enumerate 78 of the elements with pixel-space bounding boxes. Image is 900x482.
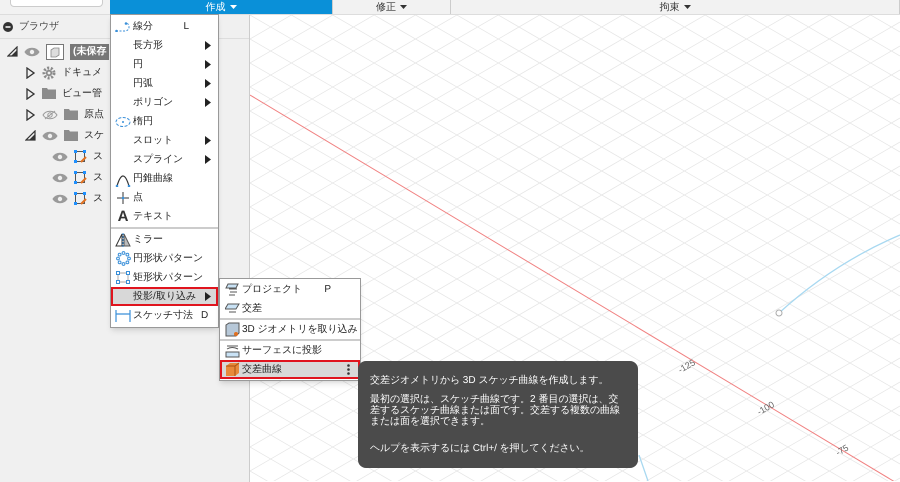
submenu-arrow-icon bbox=[205, 60, 211, 69]
caret-icon bbox=[684, 4, 690, 10]
tree-item-label[interactable]: スケ bbox=[84, 128, 104, 143]
tree-item-label[interactable]: ス bbox=[93, 170, 103, 185]
collapse-icon[interactable] bbox=[3, 22, 13, 32]
tree-item-label[interactable]: ス bbox=[93, 191, 103, 206]
rectangular-pattern-icon bbox=[116, 270, 130, 284]
submenu-arrow-icon bbox=[205, 41, 211, 50]
project-icon bbox=[224, 282, 240, 297]
solid-box-icon bbox=[224, 362, 240, 377]
menu-item[interactable]: 3D ジオメトリを取り込み bbox=[220, 320, 360, 339]
expanded-triangle-icon[interactable] bbox=[6, 46, 18, 57]
menu-item[interactable]: 交差 bbox=[220, 299, 360, 318]
panel-title: ブラウザ bbox=[19, 20, 59, 34]
menu-item[interactable]: 点 bbox=[111, 188, 218, 207]
submenu-arrow-icon bbox=[205, 136, 211, 145]
tooltip-text: 交差ジオメトリから 3D スケッチ曲線を作成します。 bbox=[370, 375, 610, 386]
toolbar-tab[interactable]: 拘束 bbox=[451, 0, 900, 14]
sketch-icon bbox=[74, 150, 87, 164]
tree-item-label[interactable]: (未保存 bbox=[70, 44, 110, 60]
menu-item[interactable]: 円錐曲線 bbox=[111, 169, 218, 188]
folder-icon bbox=[64, 109, 78, 120]
menu-item[interactable]: A テキスト bbox=[111, 207, 218, 226]
menu-item[interactable]: ミラー bbox=[111, 230, 218, 249]
curve-line-drawing bbox=[638, 455, 650, 481]
menu-item[interactable]: 長方形 bbox=[111, 36, 218, 55]
expanded-triangle-icon[interactable] bbox=[24, 130, 36, 141]
folder-icon bbox=[42, 88, 56, 99]
menu-item[interactable]: 円形状パターン bbox=[111, 249, 218, 268]
menu-item[interactable]: 矩形状パターン bbox=[111, 268, 218, 287]
intersect-icon bbox=[224, 302, 240, 315]
component-box-icon bbox=[46, 44, 64, 60]
tree-item-label[interactable]: ドキュメ bbox=[62, 65, 102, 80]
menu-item[interactable]: 円 bbox=[111, 55, 218, 74]
surface-projection-icon bbox=[224, 344, 240, 358]
caret-icon bbox=[230, 4, 236, 10]
menu-item[interactable]: ポリゴン bbox=[111, 93, 218, 112]
menu-item[interactable]: スプライン bbox=[111, 150, 218, 169]
tree-item-label[interactable]: ス bbox=[93, 149, 103, 164]
toolbar-tab[interactable]: 作成 bbox=[110, 0, 333, 14]
submenu-arrow-icon bbox=[205, 155, 211, 164]
axis-label: -125 bbox=[676, 356, 698, 377]
gear-icon bbox=[42, 66, 56, 80]
menu-item[interactable]: スケッチ寸法 D bbox=[111, 306, 218, 325]
menu-item[interactable]: プロジェクト P bbox=[220, 280, 360, 299]
sketch-icon bbox=[74, 192, 87, 206]
tree-item-label[interactable]: 原点 bbox=[84, 107, 104, 122]
menu-item[interactable]: 楕円 bbox=[111, 112, 218, 131]
toolbar-tab[interactable]: 修正 bbox=[333, 0, 451, 14]
more-options-icon[interactable] bbox=[347, 364, 350, 375]
text-tool-icon: A bbox=[118, 209, 128, 224]
menu-item[interactable]: 線分 L bbox=[111, 17, 218, 36]
menu-item[interactable]: 投影/取り込み bbox=[111, 287, 218, 306]
menu-item[interactable]: 交差曲線 bbox=[220, 360, 360, 379]
submenu-arrow-icon bbox=[205, 292, 211, 301]
point-icon bbox=[116, 190, 130, 204]
circular-pattern-icon bbox=[116, 251, 130, 266]
dimension-icon bbox=[115, 310, 131, 322]
submenu-arrow-icon bbox=[205, 79, 211, 88]
folder-icon bbox=[64, 130, 78, 141]
mirror-icon bbox=[115, 232, 131, 246]
tree-item-label[interactable]: ビュー管 bbox=[62, 86, 102, 101]
ellipse-icon bbox=[115, 116, 131, 128]
collapsed-triangle-icon[interactable] bbox=[26, 108, 34, 120]
submenu-arrow-icon bbox=[205, 98, 211, 107]
caret-icon bbox=[400, 4, 407, 10]
tooltip-text: ヘルプを表示するには Ctrl+/ を押してください。 bbox=[370, 443, 591, 454]
tooltip-text: 最初の選択は、スケッチ曲線です。2 番目の選択は、交差するスケッチ曲線または面です。交差する複数の曲線または面を選択できます。 bbox=[370, 394, 621, 427]
collapsed-triangle-icon[interactable] bbox=[26, 66, 34, 78]
axis-label: -75 bbox=[834, 442, 852, 460]
axis-label: -100 bbox=[754, 398, 777, 419]
sketch-icon bbox=[74, 170, 87, 184]
cube-icon bbox=[224, 322, 240, 337]
menu-item[interactable]: スロット bbox=[111, 131, 218, 150]
menu-item[interactable]: 円弧 bbox=[111, 74, 218, 93]
collapsed-triangle-icon[interactable] bbox=[26, 88, 34, 100]
line-icon bbox=[115, 22, 131, 32]
menu-item[interactable]: サーフェスに投影 bbox=[220, 341, 360, 360]
